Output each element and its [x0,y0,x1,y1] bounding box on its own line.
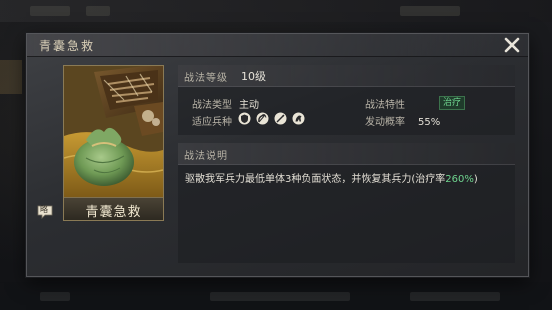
background-element [210,292,350,301]
skill-description-panel: 战法说明 驱散我军兵力最低单体3种负面状态，并恢复其兵力(治疗率260%) [178,143,515,263]
skill-chance-value: 55% [418,117,441,128]
skill-card: 青囊急救 [63,65,164,221]
description-end: ) [473,174,478,185]
close-x-icon [504,37,520,53]
skill-description-title: 战法说明 [184,151,228,162]
skill-type-value: 主动 [239,100,259,111]
bow-icon [256,112,269,125]
skill-level-row: 战法等级 10级 [178,65,515,87]
shield-icon [238,112,251,125]
horse-icon [292,112,305,125]
skill-description-header: 战法说明 [178,143,515,165]
spear-icon [274,112,287,125]
skill-trait: 战法特性 [365,96,405,111]
background-element [410,292,500,301]
skill-trait-badge: 治疗 [439,96,466,110]
dialog-title-bar: 青囊急救 [27,34,528,57]
hint-label: 略 [40,205,48,214]
background-element [30,6,70,16]
skill-units: 适应兵种 [192,113,232,128]
skill-type-label: 战法类型 [192,100,232,111]
background-element [40,292,70,301]
background-left-tile [0,60,22,94]
herbal-pouch-illustration [64,66,163,198]
skill-chance-label: 发动概率 [365,117,405,128]
heal-rate-value: 260% [445,174,474,185]
skill-level-label: 战法等级 [184,73,228,84]
skill-units-label: 适应兵种 [192,117,232,128]
background-element [86,6,110,16]
skill-card-art [64,66,163,198]
background-top-bar [0,0,552,22]
description-main: 驱散我军兵力最低单体3种负面状态，并恢复其兵力(治疗率 [185,174,446,185]
dialog-title: 青囊急救 [39,39,96,53]
close-button[interactable] [503,36,521,54]
skill-chance: 发动概率 55% [365,113,440,128]
skill-detail-dialog: 青囊急救 青囊急救 略 战法等级 10级 战法类型 主动 战法特性 治疗 适应兵… [26,33,529,277]
skill-info-panel: 战法等级 10级 战法类型 主动 战法特性 治疗 适应兵种 发动概率 55% [178,65,515,135]
background-element [400,6,460,16]
skill-level-value: 10级 [241,70,266,83]
skill-card-name-plate: 青囊急救 [64,197,163,220]
background-bottom-bar [0,282,552,310]
skill-trait-label: 战法特性 [365,100,405,111]
skill-type: 战法类型 主动 [192,96,259,111]
game-screen: 青囊急救 青囊急救 略 战法等级 10级 战法类型 主动 战法特性 治疗 适应兵… [0,0,552,310]
hint-button[interactable]: 略 [37,204,53,219]
skill-description-text: 驱散我军兵力最低单体3种负面状态，并恢复其兵力(治疗率260%) [185,170,478,185]
skill-card-name: 青囊急救 [85,205,142,220]
